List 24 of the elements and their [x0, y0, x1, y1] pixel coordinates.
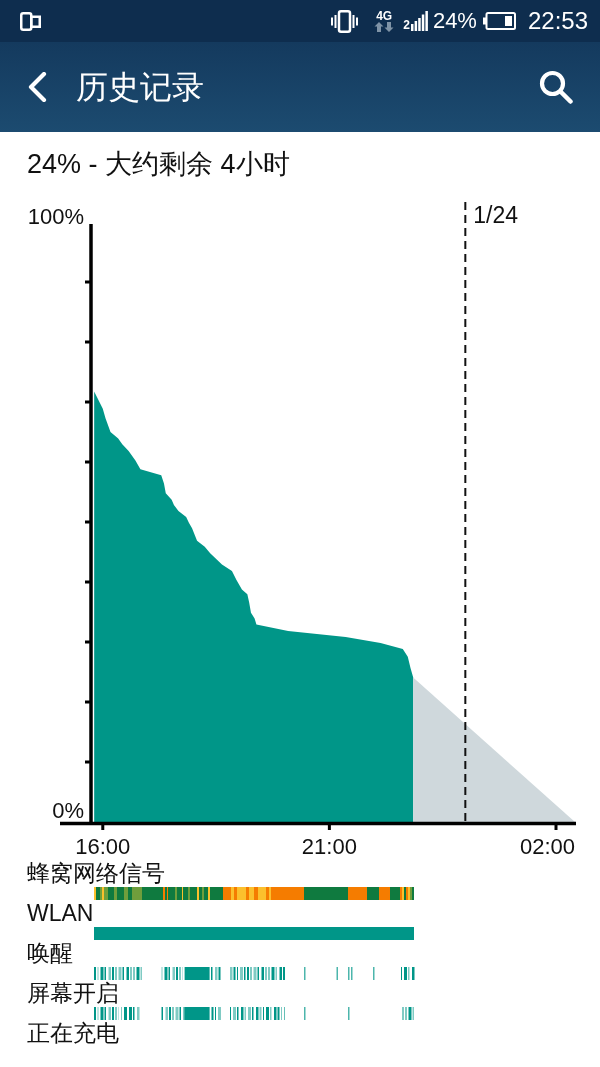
network-type-label: 4G [376, 10, 393, 22]
row-label: 唤醒 [27, 940, 73, 967]
row-label: WLAN [27, 900, 94, 927]
row-label: 正在充电 [27, 1020, 119, 1047]
page-title: 历史记录 [76, 68, 204, 107]
date-label: 1/24 [473, 202, 519, 228]
clock-time: 22:53 [527, 7, 588, 35]
x-tick-label: 21:00 [301, 834, 357, 859]
sim-slot-label: 2 [403, 19, 410, 31]
row-label: 屏幕开启 [27, 980, 119, 1007]
battery-icon [482, 12, 516, 30]
x-tick-label: 16:00 [75, 834, 131, 859]
vibrate-icon [331, 9, 359, 33]
search-icon [539, 70, 573, 104]
row-label: 蜂窝网络信号 [27, 860, 165, 887]
x-tick-label: 02:00 [519, 834, 575, 859]
data-arrows-icon [374, 22, 395, 32]
dual-window-icon [20, 11, 41, 31]
battery-percent: 24% [432, 8, 477, 34]
y-tick-label: 0% [52, 798, 84, 824]
y-tick-label: 100% [27, 203, 84, 229]
signal-bars-icon [410, 11, 428, 31]
battery-summary: 24% - 大约剩余 4小时 [27, 148, 290, 181]
chevron-left-icon [27, 72, 47, 102]
